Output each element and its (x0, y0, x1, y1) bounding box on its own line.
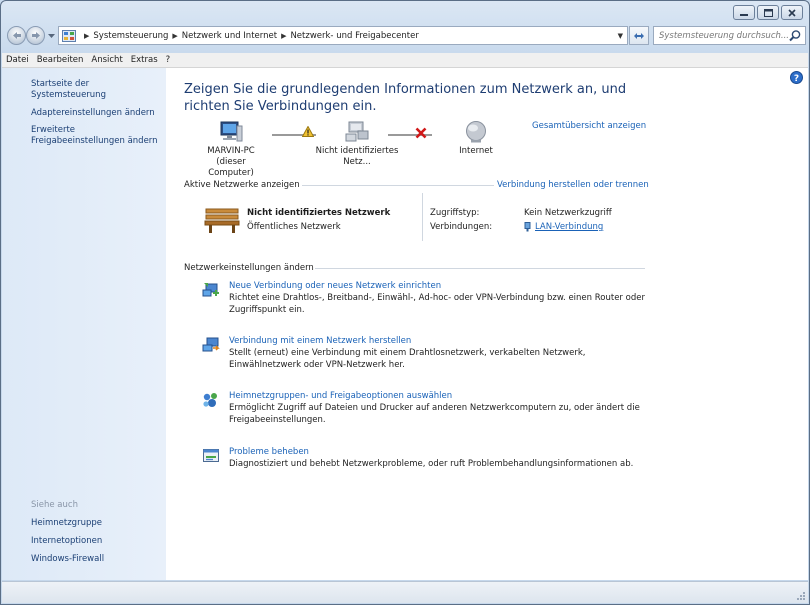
search-icon[interactable] (788, 29, 802, 43)
task-troubleshoot-link[interactable]: Probleme beheben (229, 447, 309, 457)
sidebar-sharing-settings-link[interactable]: Erweiterte Freigabeeinstellungen ändern (31, 125, 163, 147)
search-placeholder[interactable]: Systemsteuerung durchsuch... (654, 31, 788, 41)
connections-label: Verbindungen: (430, 222, 493, 232)
homegroup-icon (203, 393, 217, 407)
new-connection-icon (202, 283, 219, 297)
sidebar-homegroup-link[interactable]: Heimnetzgruppe (31, 518, 102, 529)
menu-help[interactable]: ? (162, 55, 175, 65)
address-dropdown-icon[interactable]: ▼ (618, 32, 623, 40)
control-panel-icon (62, 29, 76, 42)
breadcrumb-separator[interactable]: ▶ (281, 32, 286, 40)
menu-ansicht[interactable]: Ansicht (87, 55, 126, 65)
globe-icon (466, 121, 486, 143)
caption-buttons (733, 5, 803, 20)
node-this-computer[interactable]: MARVIN-PC (dieser Computer) (200, 120, 262, 179)
task-connect-network-link[interactable]: Verbindung mit einem Netzwerk herstellen (229, 336, 411, 346)
search-field[interactable]: Systemsteuerung durchsuch... (653, 26, 806, 45)
minimize-button[interactable] (733, 5, 755, 20)
explorer-window: ▶ Systemsteuerung ▶ Netzwerk und Interne… (0, 0, 810, 605)
node-internet[interactable]: Internet (446, 120, 506, 157)
menu-bar: Datei Bearbeiten Ansicht Extras ? (2, 53, 808, 68)
sidebar-internet-options-link[interactable]: Internetoptionen (31, 536, 102, 547)
computer-icon (220, 121, 243, 142)
access-type-value: Kein Netzwerkzugriff (524, 208, 612, 218)
close-button[interactable] (781, 5, 803, 20)
breadcrumb-freigabecenter[interactable]: Netzwerk- und Freigabecenter (290, 31, 418, 41)
menu-bearbeiten[interactable]: Bearbeiten (33, 55, 88, 65)
active-networks-heading: Aktive Netzwerke anzeigen (184, 180, 300, 190)
refresh-icon (634, 32, 644, 39)
arrow-left-icon (12, 32, 21, 39)
ethernet-plug-icon (524, 222, 531, 232)
task-homegroup-options-link[interactable]: Heimnetzgruppen- und Freigabeoptionen au… (229, 391, 452, 401)
sidebar-home-link[interactable]: Startseite der Systemsteuerung (31, 79, 166, 101)
breadcrumb-separator[interactable]: ▶ (172, 32, 177, 40)
task-homegroup-options-desc: Ermöglicht Zugriff auf Dateien und Druck… (229, 403, 640, 425)
network-node-label: Nicht identifiziertes Netz... (315, 146, 399, 167)
page-title: Zeigen Sie die grundlegenden Information… (184, 82, 627, 114)
minimize-icon (740, 13, 748, 16)
breadcrumb-separator[interactable]: ▶ (84, 32, 89, 40)
content-area: Startseite der Systemsteuerung Adapterei… (2, 68, 808, 580)
resize-grip-icon[interactable] (796, 591, 806, 601)
address-bar[interactable]: ▶ Systemsteuerung ▶ Netzwerk und Interne… (58, 26, 628, 45)
lan-connection-label[interactable]: LAN-Verbindung (535, 222, 603, 232)
computer-sub: (dieser Computer) (208, 157, 254, 178)
maximize-button[interactable] (757, 5, 779, 20)
access-type-label: Zugriffstyp: (430, 208, 480, 218)
task-new-connection-link[interactable]: Neue Verbindung oder neues Netzwerk einr… (229, 281, 441, 291)
main-panel: Zeigen Sie die grundlegenden Information… (184, 68, 804, 580)
task-connect-network-desc: Stellt (erneut) eine Verbindung mit eine… (229, 348, 586, 370)
section-divider (315, 268, 645, 269)
menu-extras[interactable]: Extras (127, 55, 162, 65)
forward-button[interactable] (26, 26, 45, 45)
status-bar (2, 581, 808, 603)
recent-pages-dropdown-icon[interactable] (48, 33, 55, 39)
connect-disconnect-link[interactable]: Verbindung herstellen oder trennen (497, 180, 649, 190)
section-divider (302, 185, 494, 186)
connect-network-icon (202, 337, 220, 352)
task-new-connection-desc: Richtet eine Drahtlos-, Breitband-, Einw… (229, 293, 645, 315)
full-map-link[interactable]: Gesamtübersicht anzeigen (532, 121, 646, 131)
close-icon (788, 8, 796, 17)
task-troubleshoot-desc: Diagnostiziert und behebt Netzwerkproble… (229, 459, 634, 469)
back-button[interactable] (7, 26, 26, 45)
see-also-heading: Siehe auch (31, 500, 78, 510)
error-x-icon (415, 127, 427, 139)
network-icon (345, 121, 369, 142)
change-settings-heading: Netzwerkeinstellungen ändern (184, 263, 314, 273)
sidebar-adapter-settings-link[interactable]: Adaptereinstellungen ändern (31, 108, 155, 119)
bench-icon (204, 208, 240, 233)
breadcrumb-systemsteuerung[interactable]: Systemsteuerung (93, 31, 168, 41)
node-unidentified-network[interactable]: Nicht identifiziertes Netz... (307, 120, 407, 168)
breadcrumb-netzwerk-internet[interactable]: Netzwerk und Internet (182, 31, 277, 41)
sidebar: Startseite der Systemsteuerung Adapterei… (2, 68, 166, 580)
active-network-name[interactable]: Nicht identifiziertes Netzwerk (247, 208, 390, 218)
refresh-button[interactable] (629, 26, 649, 45)
computer-name: MARVIN-PC (207, 146, 255, 156)
arrow-right-icon (31, 32, 40, 39)
lan-connection-link[interactable]: LAN-Verbindung (524, 222, 603, 232)
maximize-icon (763, 8, 773, 17)
network-location-type[interactable]: Öffentliches Netzwerk (247, 222, 341, 232)
vertical-divider (422, 193, 423, 241)
sidebar-firewall-link[interactable]: Windows-Firewall (31, 554, 104, 565)
troubleshoot-icon (203, 449, 219, 462)
internet-node-label: Internet (459, 146, 493, 156)
menu-datei[interactable]: Datei (2, 55, 33, 65)
address-row: ▶ Systemsteuerung ▶ Netzwerk und Interne… (1, 25, 809, 47)
